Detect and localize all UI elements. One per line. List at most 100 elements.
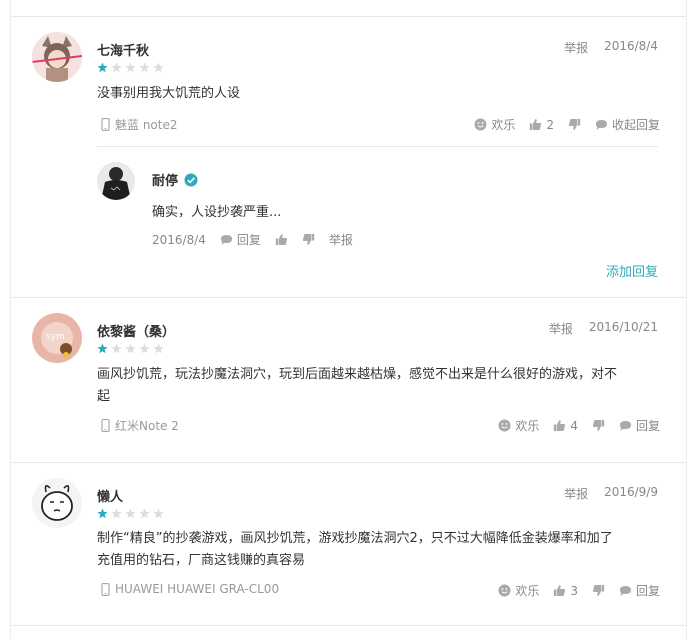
report-link[interactable]: 举报 (564, 39, 588, 56)
review-date: 2016/8/4 (604, 39, 658, 53)
report-link[interactable]: 举报 (549, 320, 573, 337)
like-button[interactable]: 4 (553, 419, 578, 433)
review-item: 七海千秋 举报 2016/8/4 没事别用我大饥荒的人设 魅蓝 note2 欢乐… (11, 17, 686, 298)
reply-content: 确实，人设抄袭严重... (152, 205, 282, 220)
review-content: 没事别用我大饥荒的人设 (97, 86, 241, 101)
thumbs-down-icon (568, 119, 581, 130)
review-meta: 举报 2016/9/9 (564, 485, 658, 502)
add-reply-button[interactable]: 添加回复 (606, 261, 658, 280)
star-empty-icon (111, 508, 122, 519)
comment-icon (619, 421, 631, 431)
review-date: 2016/10/21 (588, 320, 658, 334)
star-empty-icon (139, 343, 150, 354)
review-meta: 举报 2016/10/21 (549, 320, 658, 337)
thumbs-up-icon (554, 420, 566, 431)
comment-icon (220, 235, 232, 245)
like-button[interactable]: 2 (529, 118, 554, 132)
reply-button[interactable]: 回复 (619, 417, 660, 434)
avatar[interactable]: sym (32, 313, 82, 363)
review-actions: 欢乐 2 收起回复 (474, 116, 660, 133)
review-content: 制作“精良”的抄袭游戏，画风抄饥荒，游戏抄魔法洞穴2，只不过大幅降低金装爆率和加… (97, 528, 658, 572)
collapse-replies-label: 收起回复 (611, 118, 660, 132)
review-username[interactable]: 七海千秋 (97, 40, 149, 59)
svg-text:sym: sym (46, 332, 65, 342)
review-actions: 欢乐 3 回复 (498, 582, 660, 599)
reply-button[interactable]: 回复 (619, 582, 660, 599)
like-button[interactable]: 3 (553, 584, 578, 598)
star-empty-icon (139, 508, 150, 519)
star-empty-icon (125, 343, 136, 354)
reply-date: 2016/8/4 (152, 232, 206, 247)
review-content-line: 充值用的钻石，厂商这钱赚的真容易 (97, 553, 306, 568)
review-username[interactable]: 懒人 (97, 486, 123, 505)
comment-icon (595, 120, 607, 130)
review-content-line: 起 (97, 389, 111, 404)
thumbs-up-icon (554, 585, 566, 596)
review-content-line: 制作“精良”的抄袭游戏，画风抄饥荒，游戏抄魔法洞穴2，只不过大幅降低金装爆率和加… (97, 531, 613, 546)
comment-icon (619, 586, 631, 596)
reply-divider (97, 146, 658, 147)
smiley-icon (474, 118, 487, 131)
reply-avatar[interactable] (97, 162, 135, 200)
review-actions: 欢乐 4 回复 (498, 417, 660, 434)
device-info: 魅蓝 note2 (99, 116, 178, 133)
star-empty-icon (153, 343, 164, 354)
reply-dislike-button[interactable] (302, 233, 315, 246)
reply-reply-label: 回复 (236, 233, 261, 247)
star-empty-icon (139, 62, 150, 73)
reply-label: 回复 (635, 419, 660, 433)
thumbs-up-icon (530, 119, 542, 130)
dislike-button[interactable] (592, 584, 605, 597)
review-item: sym 依黎酱（桑） 举报 2016/10/21 画风抄饥荒，玩法抄魔法洞穴，玩… (11, 298, 686, 463)
fun-button[interactable]: 欢乐 (474, 116, 515, 133)
review-content: 画风抄饥荒，玩法抄魔法洞穴，玩到后面越来越枯燥，感觉不出来是什么很好的游戏，对不… (97, 364, 658, 408)
smiley-icon (498, 419, 511, 432)
rating-stars (97, 508, 164, 519)
reply-user: 耐停 (152, 170, 198, 189)
collapse-replies-button[interactable]: 收起回复 (595, 116, 660, 133)
star-empty-icon (125, 508, 136, 519)
fun-label: 欢乐 (515, 419, 540, 433)
like-count: 2 (546, 117, 554, 132)
device-info: 红米Note 2 (99, 417, 179, 434)
star-empty-icon (111, 62, 122, 73)
reply-report-link[interactable]: 举报 (329, 231, 353, 248)
reply-label: 回复 (635, 584, 660, 598)
dislike-button[interactable] (592, 419, 605, 432)
reply-reply-button[interactable]: 回复 (220, 231, 261, 248)
thumbs-down-icon (592, 585, 605, 596)
star-filled-icon (97, 508, 108, 519)
avatar[interactable] (32, 478, 82, 528)
star-empty-icon (125, 62, 136, 73)
report-link[interactable]: 举报 (564, 485, 588, 502)
review-item: 懒人 举报 2016/9/9 制作“精良”的抄袭游戏，画风抄饥荒，游戏抄魔法洞穴… (11, 463, 686, 626)
review-username[interactable]: 依黎酱（桑） (97, 321, 175, 340)
verified-icon (184, 173, 198, 186)
fun-button[interactable]: 欢乐 (498, 417, 539, 434)
fun-label: 欢乐 (515, 584, 540, 598)
rating-stars (97, 343, 164, 354)
thumbs-up-icon (275, 234, 288, 245)
rating-stars (97, 62, 164, 73)
smiley-icon (498, 584, 511, 597)
thumbs-down-icon (592, 420, 605, 431)
dislike-button[interactable] (568, 118, 581, 131)
phone-icon (101, 419, 110, 432)
star-empty-icon (153, 508, 164, 519)
device-info: HUAWEI HUAWEI GRA-CL00 (99, 582, 279, 596)
reply-username[interactable]: 耐停 (152, 170, 178, 189)
avatar[interactable] (32, 32, 82, 82)
phone-icon (101, 118, 110, 131)
star-empty-icon (111, 343, 122, 354)
phone-icon (101, 582, 110, 596)
review-meta: 举报 2016/8/4 (564, 39, 658, 56)
fun-label: 欢乐 (491, 118, 516, 132)
device-name: 魅蓝 note2 (115, 118, 178, 132)
reviews-panel: 七海千秋 举报 2016/8/4 没事别用我大饥荒的人设 魅蓝 note2 欢乐… (10, 0, 687, 639)
reply-like-button[interactable] (275, 233, 288, 246)
like-count: 3 (570, 583, 578, 598)
review-date: 2016/9/9 (604, 485, 658, 499)
device-name: 红米Note 2 (115, 419, 179, 433)
fun-button[interactable]: 欢乐 (498, 582, 539, 599)
reply-actions: 2016/8/4 回复 举报 (152, 231, 353, 248)
